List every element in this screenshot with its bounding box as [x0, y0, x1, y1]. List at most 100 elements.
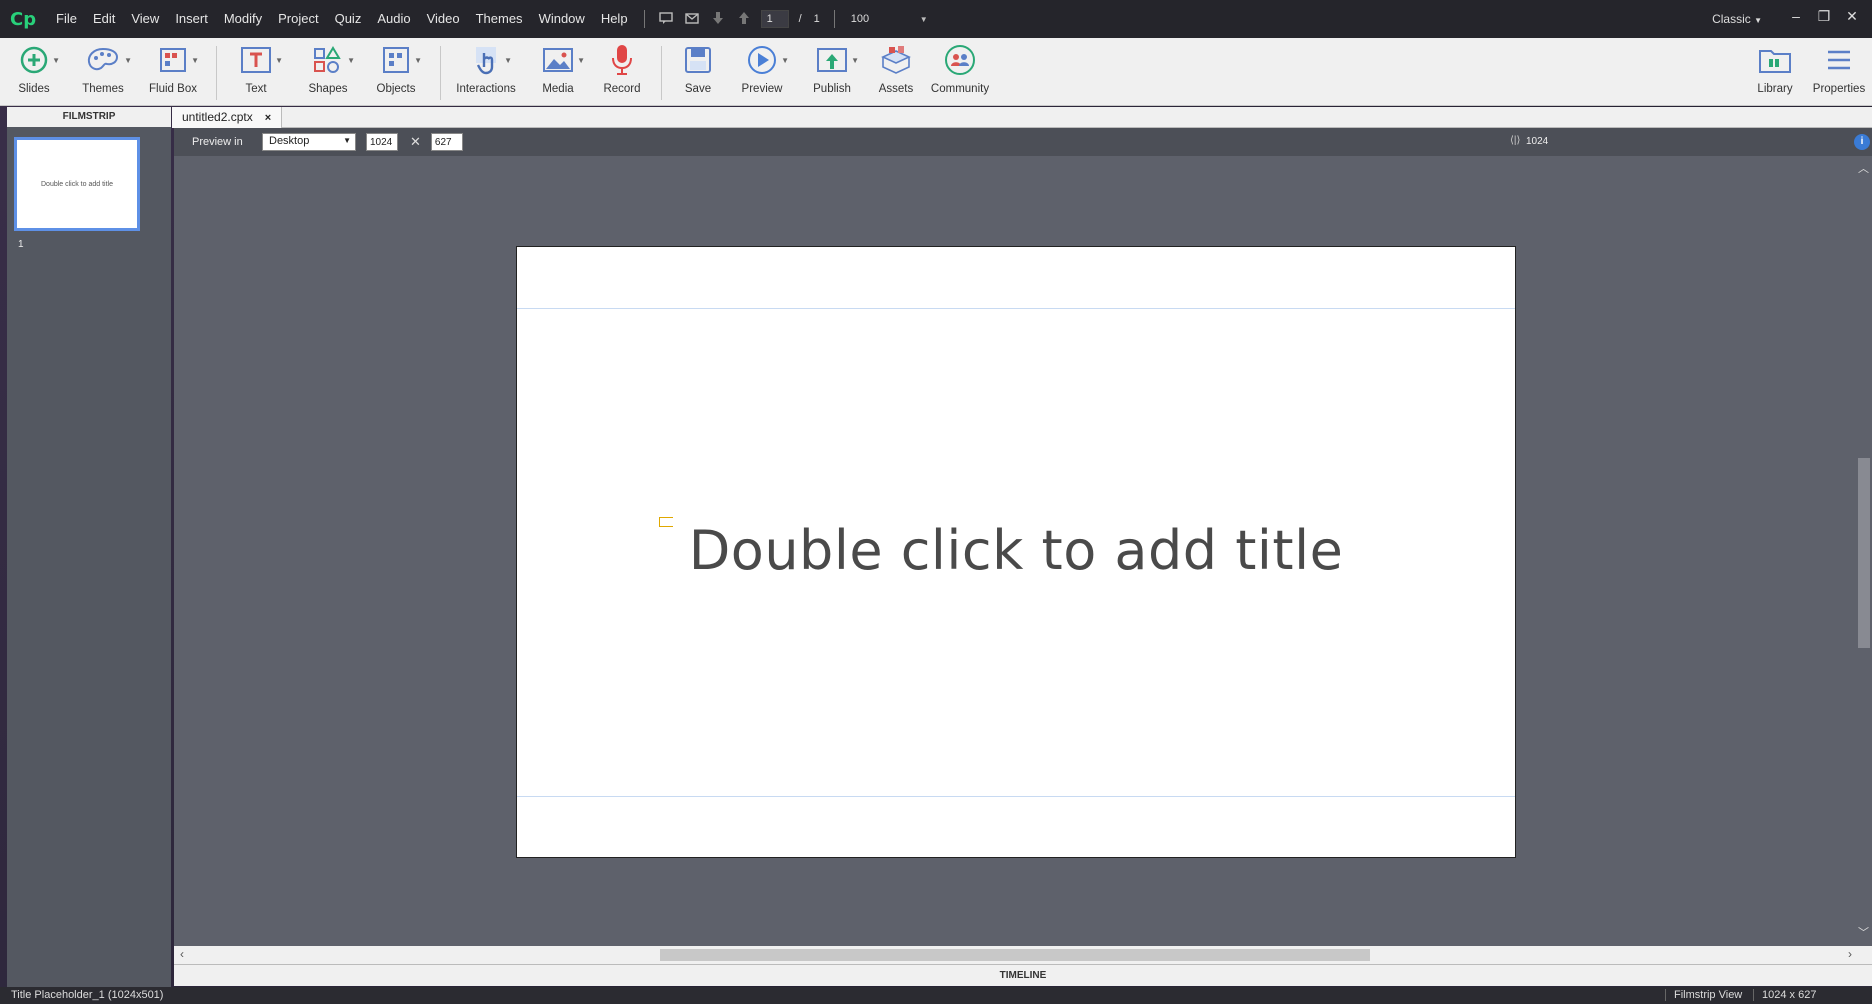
slide-stage: Preview in Desktop ▼ ✕ ⟨|⟩ 1024 i Double… [174, 128, 1872, 946]
assets-label: Assets [878, 83, 914, 95]
breakpoint-width-value: 1024 [1526, 136, 1549, 147]
palette-icon: ▼ [86, 38, 132, 82]
toolbar-divider [216, 46, 217, 100]
save-label: Save [684, 83, 712, 95]
interactions-button[interactable]: ▼ Interactions [454, 38, 518, 106]
chevron-down-icon: ▼ [52, 56, 60, 65]
width-field[interactable] [366, 133, 398, 151]
record-button[interactable]: Record [602, 38, 642, 106]
horizontal-scrollbar[interactable]: ‹ › [174, 946, 1872, 964]
preview-button[interactable]: ▼ Preview [741, 38, 789, 106]
community-button[interactable]: Community [931, 38, 989, 106]
chevron-down-icon: ▼ [851, 56, 859, 65]
title-placeholder[interactable]: Double click to add title [517, 519, 1515, 582]
chevron-down-icon: ▼ [1754, 16, 1762, 25]
publish-button[interactable]: ▼ Publish [812, 38, 859, 106]
comment-icon[interactable] [653, 11, 679, 27]
vertical-scroll-thumb[interactable] [1858, 458, 1870, 648]
restore-icon[interactable]: ❐ [1812, 8, 1836, 25]
themes-button[interactable]: ▼ Themes [80, 38, 132, 106]
menu-themes[interactable]: Themes [468, 0, 531, 38]
device-select[interactable]: Desktop ▼ [262, 133, 356, 151]
selection-status: Title Placeholder_1 (1024x501) [11, 989, 164, 1001]
document-tab-label: untitled2.cptx [182, 110, 253, 124]
chevron-down-icon[interactable]: ﹀ [1858, 924, 1869, 940]
menu-bar: Cp File Edit View Insert Modify Project … [0, 0, 1872, 38]
info-icon[interactable]: i [1854, 134, 1870, 150]
properties-label: Properties [1812, 83, 1866, 95]
assets-button[interactable]: Assets [876, 38, 916, 106]
slide-number-field[interactable] [760, 10, 789, 28]
assets-icon [879, 38, 913, 82]
objects-icon: ▼ [382, 38, 422, 82]
media-button[interactable]: ▼ Media [538, 38, 585, 106]
toolbar-divider [440, 46, 441, 100]
zoom-dropdown-icon[interactable]: ▼ [911, 15, 937, 24]
fluid-box-icon: ▼ [159, 38, 199, 82]
menu-insert[interactable]: Insert [167, 0, 216, 38]
add-slide-icon: ▼ [20, 38, 60, 82]
menu-modify[interactable]: Modify [216, 0, 270, 38]
play-icon: ▼ [747, 38, 789, 82]
slide-canvas[interactable]: Double click to add title [516, 246, 1516, 858]
save-button[interactable]: Save [678, 38, 718, 106]
menu-file[interactable]: File [48, 0, 85, 38]
chevron-down-icon: ▼ [504, 56, 512, 65]
minimize-icon[interactable]: – [1784, 8, 1808, 24]
height-field[interactable] [430, 133, 463, 151]
menu-quiz[interactable]: Quiz [327, 0, 370, 38]
community-icon [944, 38, 976, 82]
objects-button[interactable]: ▼ Objects [374, 38, 422, 106]
device-select-value: Desktop [269, 135, 310, 147]
menu-edit[interactable]: Edit [85, 0, 123, 38]
close-icon[interactable]: ✕ [1840, 8, 1864, 25]
properties-button[interactable]: Properties [1812, 38, 1866, 106]
hand-pointer-icon: ▼ [472, 38, 512, 82]
captivate-logo: Cp [10, 8, 37, 30]
view-mode-status: Filmstrip View [1665, 989, 1742, 1001]
document-tab[interactable]: untitled2.cptx × [172, 107, 283, 128]
menu-audio[interactable]: Audio [369, 0, 418, 38]
link-dimensions-icon[interactable]: ✕ [410, 134, 421, 150]
slide-thumbnail[interactable]: Double click to add title [14, 137, 140, 231]
filmstrip-panel: FILMSTRIP Double click to add title 1 [7, 107, 171, 987]
menu-view[interactable]: View [123, 0, 167, 38]
image-icon: ▼ [543, 38, 585, 82]
chevron-right-icon[interactable]: › [1848, 947, 1852, 961]
library-button[interactable]: Library [1755, 38, 1795, 106]
chevron-left-icon[interactable]: ‹ [180, 947, 184, 961]
text-button[interactable]: ▼ Text [236, 38, 283, 106]
menu-project[interactable]: Project [270, 0, 326, 38]
menu-help[interactable]: Help [593, 0, 636, 38]
captivate-window: Cp File Edit View Insert Modify Project … [0, 0, 1872, 1004]
previous-slide-icon[interactable] [731, 11, 757, 27]
slide-total: 1 [813, 13, 820, 25]
publish-label: Publish [813, 83, 851, 95]
vertical-scrollbar[interactable]: ︿ ﹀ [1856, 160, 1872, 940]
timeline-panel-header[interactable]: TIMELINE [174, 964, 1872, 986]
preview-bar: Preview in Desktop ▼ ✕ ⟨|⟩ 1024 i [174, 128, 1872, 156]
chevron-down-icon: ▼ [191, 56, 199, 65]
preview-label: Preview [741, 83, 783, 95]
document-tab-bar: untitled2.cptx × [172, 107, 1872, 128]
workspace-switcher[interactable]: Classic ▼ [1712, 0, 1762, 40]
publish-icon: ▼ [817, 38, 859, 82]
shapes-icon: ▼ [313, 38, 355, 82]
filmstrip-scrollbar[interactable] [161, 131, 167, 981]
media-label: Media [542, 83, 574, 95]
mail-icon[interactable] [679, 11, 705, 27]
zoom-level[interactable]: 100 [851, 13, 911, 25]
fluidbox-button[interactable]: ▼ Fluid Box [148, 38, 199, 106]
fluidbox-label: Fluid Box [149, 83, 197, 95]
breakpoint-handle-icon[interactable]: ⟨|⟩ [1510, 135, 1520, 146]
menu-window[interactable]: Window [531, 0, 593, 38]
menu-video[interactable]: Video [419, 0, 468, 38]
chevron-up-icon[interactable]: ︿ [1858, 160, 1869, 176]
slides-button[interactable]: ▼ Slides [14, 38, 60, 106]
horizontal-scroll-thumb[interactable] [660, 949, 1370, 961]
thumbnail-title-text: Double click to add title [41, 180, 113, 188]
shapes-button[interactable]: ▼ Shapes [306, 38, 355, 106]
close-tab-icon[interactable]: × [265, 112, 271, 124]
chevron-down-icon: ▼ [275, 56, 283, 65]
next-slide-icon[interactable] [705, 11, 731, 27]
